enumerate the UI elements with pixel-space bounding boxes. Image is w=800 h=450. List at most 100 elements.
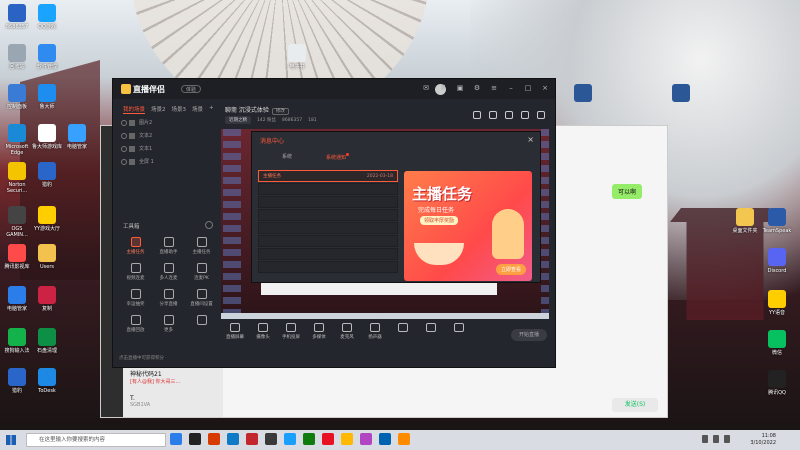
message-row[interactable] xyxy=(258,248,398,260)
taskbar-app-icon[interactable] xyxy=(189,433,201,445)
message-row[interactable] xyxy=(258,222,398,234)
search-box[interactable]: 在这里输入你要搜索的内容 xyxy=(26,433,166,447)
desktop-icon[interactable]: 电子书 xyxy=(280,44,314,70)
tool-item[interactable]: 直播回放 xyxy=(119,315,152,333)
desktop-icon[interactable]: YY游戏大厅 xyxy=(30,206,64,232)
shirt-icon[interactable]: ♜ xyxy=(439,84,447,92)
tool-item[interactable]: 直播间设置 xyxy=(185,289,218,307)
taskbar-app-icon[interactable] xyxy=(322,433,334,445)
bell-icon[interactable] xyxy=(521,111,529,119)
control-button[interactable]: 直播屏幕 xyxy=(221,323,249,340)
desktop-icon[interactable]: 石盘清理 xyxy=(30,328,64,354)
desktop-icon[interactable]: ToDesk xyxy=(30,368,64,394)
tool-item[interactable]: 主播任务 xyxy=(185,237,218,255)
layout-icon[interactable] xyxy=(505,111,513,119)
desktop-icon[interactable]: QQ游戏 xyxy=(30,4,64,30)
desktop-icon[interactable]: 猎豹 xyxy=(0,368,34,394)
message-row[interactable]: 主播任务 2022-03-18 xyxy=(258,170,398,182)
desktop-icon[interactable]: 8686357 xyxy=(0,4,34,30)
chat-list-item[interactable]: 神秘代码21 [有人@我] 你大哥三... xyxy=(130,369,220,393)
source-item[interactable]: 文本2 xyxy=(121,130,211,143)
desktop-icon[interactable]: 控制面板 xyxy=(0,84,34,110)
desktop-icon[interactable]: 腾讯QQ xyxy=(760,370,794,396)
tool-item[interactable]: 主播任务 xyxy=(119,237,152,255)
menu-icon[interactable]: ≡ xyxy=(490,84,498,92)
desktop-icon[interactable]: 复制 xyxy=(30,286,64,312)
taskbar-app-icon[interactable] xyxy=(360,433,372,445)
start-icon[interactable] xyxy=(6,435,16,445)
eye-icon[interactable] xyxy=(121,146,127,152)
tab-scene[interactable]: 场景3 xyxy=(172,105,187,114)
message-row[interactable] xyxy=(258,235,398,247)
taskbar-app-icon[interactable] xyxy=(341,433,353,445)
desktop-icon[interactable]: TeamSpeak xyxy=(760,208,794,234)
message-row[interactable] xyxy=(258,209,398,221)
tool-item[interactable]: 分享直播 xyxy=(152,289,185,307)
control-button[interactable]: 摄像头 xyxy=(249,323,277,340)
desktop-icon[interactable]: 桌面文件夹 xyxy=(728,208,762,234)
taskbar-app-icon[interactable] xyxy=(170,433,182,445)
control-button[interactable] xyxy=(389,323,417,340)
message-row[interactable] xyxy=(258,261,398,273)
desktop-icon[interactable]: Microsoft Edge xyxy=(0,124,34,156)
source-item[interactable]: 图片2 xyxy=(121,117,211,130)
source-item[interactable]: 文本1 xyxy=(121,143,211,156)
chat-list-item[interactable]: T. SGB1VA xyxy=(130,395,220,419)
control-button[interactable] xyxy=(417,323,445,340)
tab-scene[interactable]: 场景 xyxy=(192,105,203,114)
view-now-button[interactable]: 立即查看 xyxy=(495,264,526,275)
tool-item[interactable]: 更多 xyxy=(152,315,185,333)
desktop-icon[interactable] xyxy=(664,84,698,104)
desktop-icon[interactable]: 猎豹 xyxy=(30,162,64,188)
control-button[interactable]: 扬声器 xyxy=(361,323,389,340)
settings-icon[interactable]: ⚙ xyxy=(473,84,481,92)
desktop-icon[interactable]: Discord xyxy=(760,248,794,274)
desktop-icon[interactable]: 搜狗输入法 xyxy=(0,328,34,354)
lock-icon[interactable] xyxy=(489,111,497,119)
tab-scene[interactable]: 我的场景 xyxy=(123,105,146,114)
taskbar-app-icon[interactable] xyxy=(379,433,391,445)
gift-icon[interactable]: ▣ xyxy=(456,84,464,92)
desktop-icon[interactable]: 回收站 xyxy=(0,44,34,70)
desktop-icon[interactable]: 软件管理 xyxy=(30,44,64,70)
desktop-icon[interactable]: YY语音 xyxy=(760,290,794,316)
tool-item[interactable]: 视频连麦 xyxy=(119,263,152,281)
desktop-icon[interactable]: 微信 xyxy=(760,330,794,356)
desktop-icon[interactable]: Users xyxy=(30,244,64,270)
eye-icon[interactable] xyxy=(121,133,127,139)
control-button[interactable]: 麦克风 xyxy=(333,323,361,340)
shop-icon[interactable] xyxy=(473,111,481,119)
taskbar-app-icon[interactable] xyxy=(284,433,296,445)
message-row[interactable] xyxy=(258,196,398,208)
mail-icon[interactable]: ✉ xyxy=(422,84,430,92)
taskbar-app-icon[interactable] xyxy=(398,433,410,445)
tab-system-notice[interactable]: 系统通知 xyxy=(326,153,350,161)
clock[interactable]: 11:08 3/10/2022 xyxy=(750,433,776,447)
tool-item[interactable]: 幸运抽奖 xyxy=(119,289,152,307)
tool-item[interactable]: 连麦PK xyxy=(185,263,218,281)
add-scene-icon[interactable]: + xyxy=(209,105,214,114)
minimize-icon[interactable]: – xyxy=(507,84,515,92)
desktop-icon[interactable]: 电脑管家 xyxy=(0,286,34,312)
send-button[interactable]: 发送(S) xyxy=(612,398,658,412)
source-item[interactable]: 全屏 1 xyxy=(121,156,211,169)
toolbox-collapse-icon[interactable] xyxy=(205,221,213,229)
close-icon[interactable]: × xyxy=(541,84,549,92)
category-badge[interactable]: 近期之精 xyxy=(225,116,251,124)
desktop-icon[interactable]: Norton Securi... xyxy=(0,162,34,194)
edit-title-button[interactable]: 修改 xyxy=(271,108,289,115)
taskbar-app-icon[interactable] xyxy=(246,433,258,445)
desktop-icon[interactable]: 鲁大师 xyxy=(30,84,64,110)
tab-system[interactable]: 系统 xyxy=(282,153,292,161)
desktop-icon[interactable]: 腾讯影视库 xyxy=(0,244,34,270)
start-live-button[interactable]: 开始直播 xyxy=(511,329,547,341)
desktop-icon[interactable]: OGS GAMIN... xyxy=(0,206,34,238)
eye-icon[interactable] xyxy=(121,120,127,126)
network-icon[interactable] xyxy=(702,435,708,443)
taskbar-app-icon[interactable] xyxy=(265,433,277,445)
desktop-icon[interactable]: 鲁大师游戏库 xyxy=(30,124,64,150)
task-banner[interactable]: 主播任务 完成每日任务 领取丰厚奖励 立即查看 xyxy=(404,171,532,281)
control-button[interactable]: 手机投屏 xyxy=(277,323,305,340)
volume-icon[interactable] xyxy=(713,435,719,443)
message-row[interactable] xyxy=(258,183,398,195)
